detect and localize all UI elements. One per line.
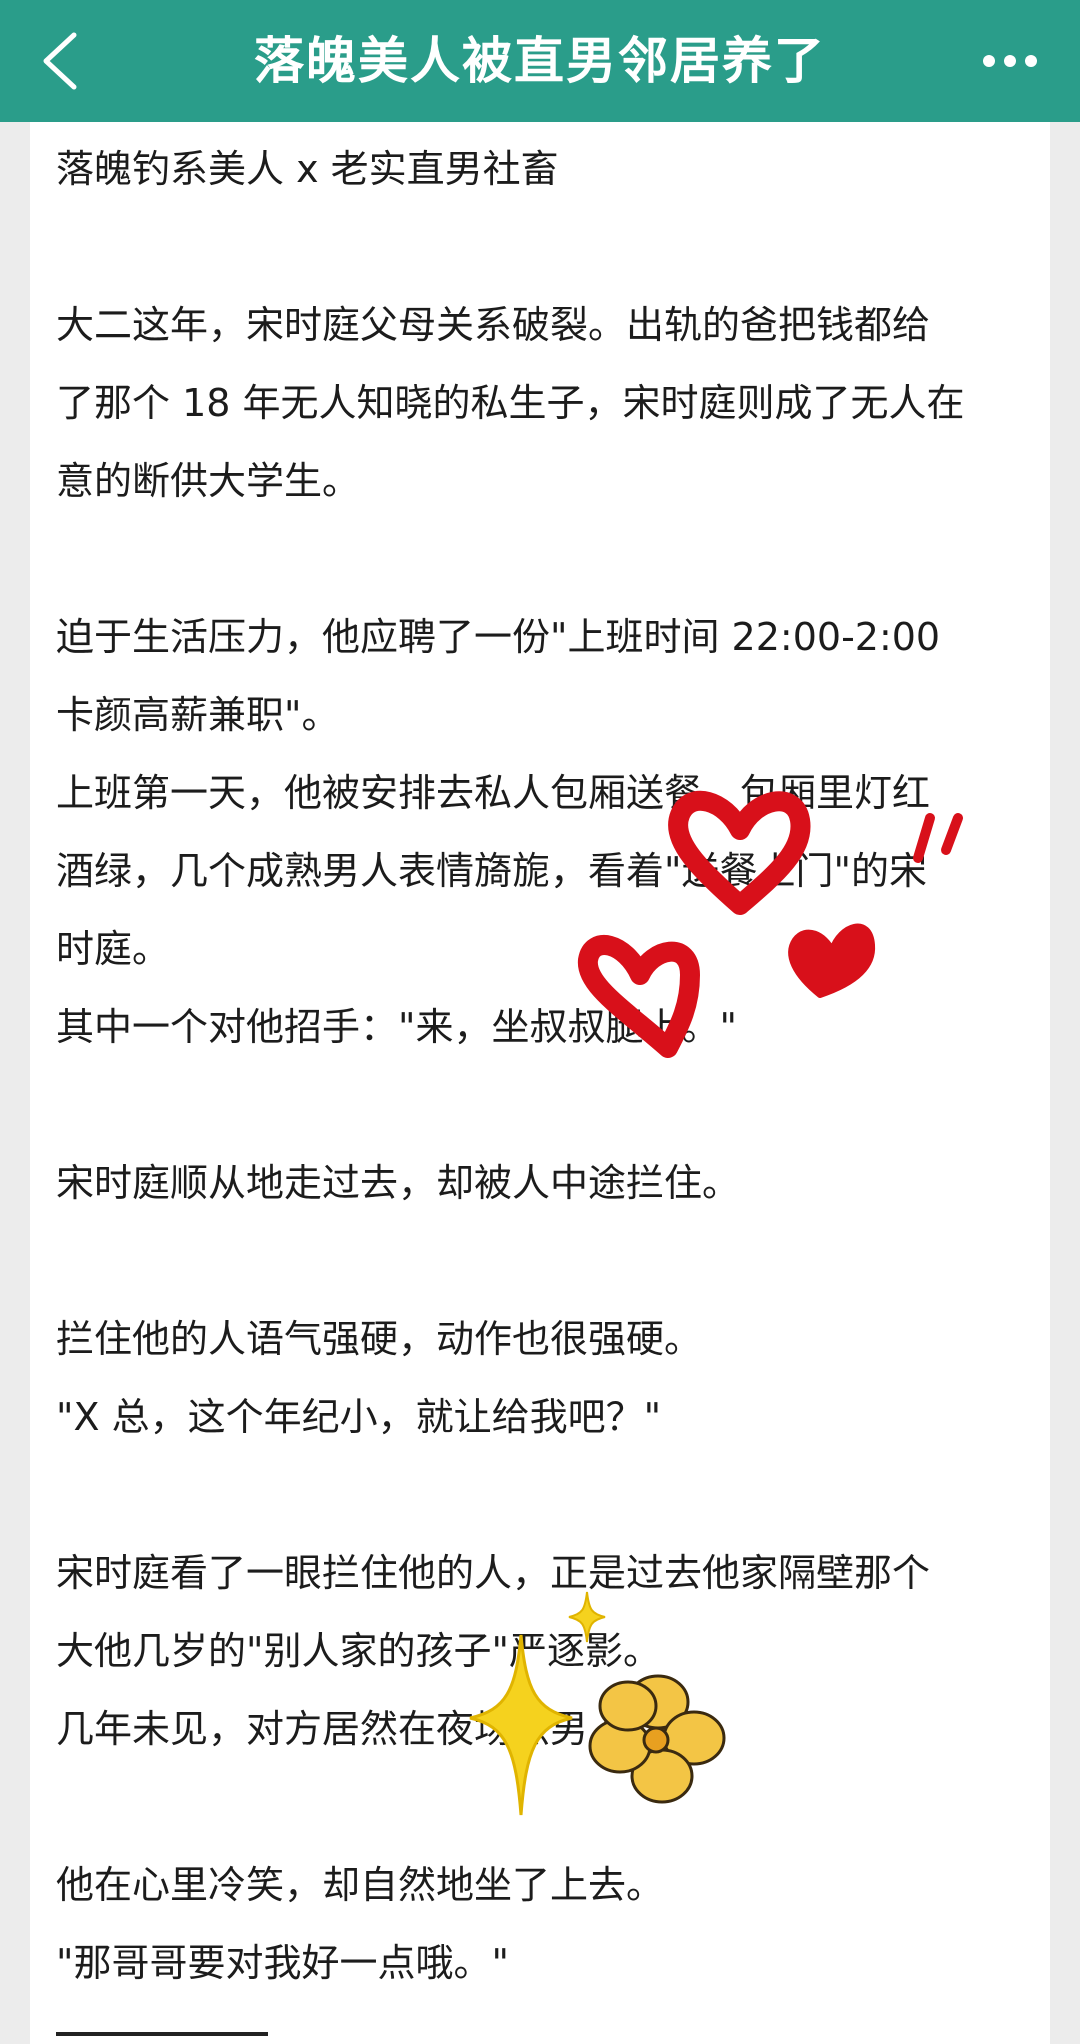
article-line: 几年未见，对方居然在夜场点男人。 [56,1707,665,1751]
back-button[interactable] [30,28,90,94]
article-line: 落魄钓系美人 x 老实直男社畜 [56,147,559,191]
article-line: 意的断供大学生。 [56,459,361,503]
chevron-left-icon [43,32,77,90]
article-line: 宋时庭看了一眼拦住他的人，正是过去他家隔壁那个 [56,1551,931,1595]
article-line: "那哥哥要对我好一点哦。" [56,1941,509,1985]
article-line: 大二这年，宋时庭父母关系破裂。出轨的爸把钱都给 [56,303,931,347]
article-body: 落魄钓系美人 x 老实直男社畜 大二这年，宋时庭父母关系破裂。出轨的爸把钱都给 … [56,130,1046,2002]
article-line: 大他几岁的"别人家的孩子"严逐影。 [56,1629,661,1673]
article-line: 其中一个对他招手："来，坐叔叔腿上。" [56,1005,737,1049]
article-line: 了那个 18 年无人知晓的私生子，宋时庭则成了无人在 [56,381,965,425]
article-line: 卡颜高薪兼职"。 [56,693,340,737]
top-bar: 落魄美人被直男邻居养了 [0,0,1080,122]
article-line: 酒绿，几个成熟男人表情旖旎，看着"送餐上门"的宋 [56,849,927,893]
article-line: 迫于生活压力，他应聘了一份"上班时间 22:00-2:00 [56,615,941,659]
article-line: 他在心里冷笑，却自然地坐了上去。 [56,1863,665,1907]
article-line: 上班第一天，他被安排去私人包厢送餐。包厢里灯红 [56,771,931,815]
page-title: 落魄美人被直男邻居养了 [254,32,826,90]
article-line: 宋时庭顺从地走过去，却被人中途拦住。 [56,1161,741,1205]
more-button[interactable] [970,36,1050,86]
article-line: 拦住他的人语气强硬，动作也很强硬。 [56,1317,703,1361]
article-line: 时庭。 [56,927,171,971]
section-divider [56,2032,268,2036]
article-line: "X 总，这个年纪小，就让给我吧？" [56,1395,662,1439]
article-card: 落魄钓系美人 x 老实直男社畜 大二这年，宋时庭父母关系破裂。出轨的爸把钱都给 … [30,122,1050,2044]
more-dots-icon [983,55,1037,67]
